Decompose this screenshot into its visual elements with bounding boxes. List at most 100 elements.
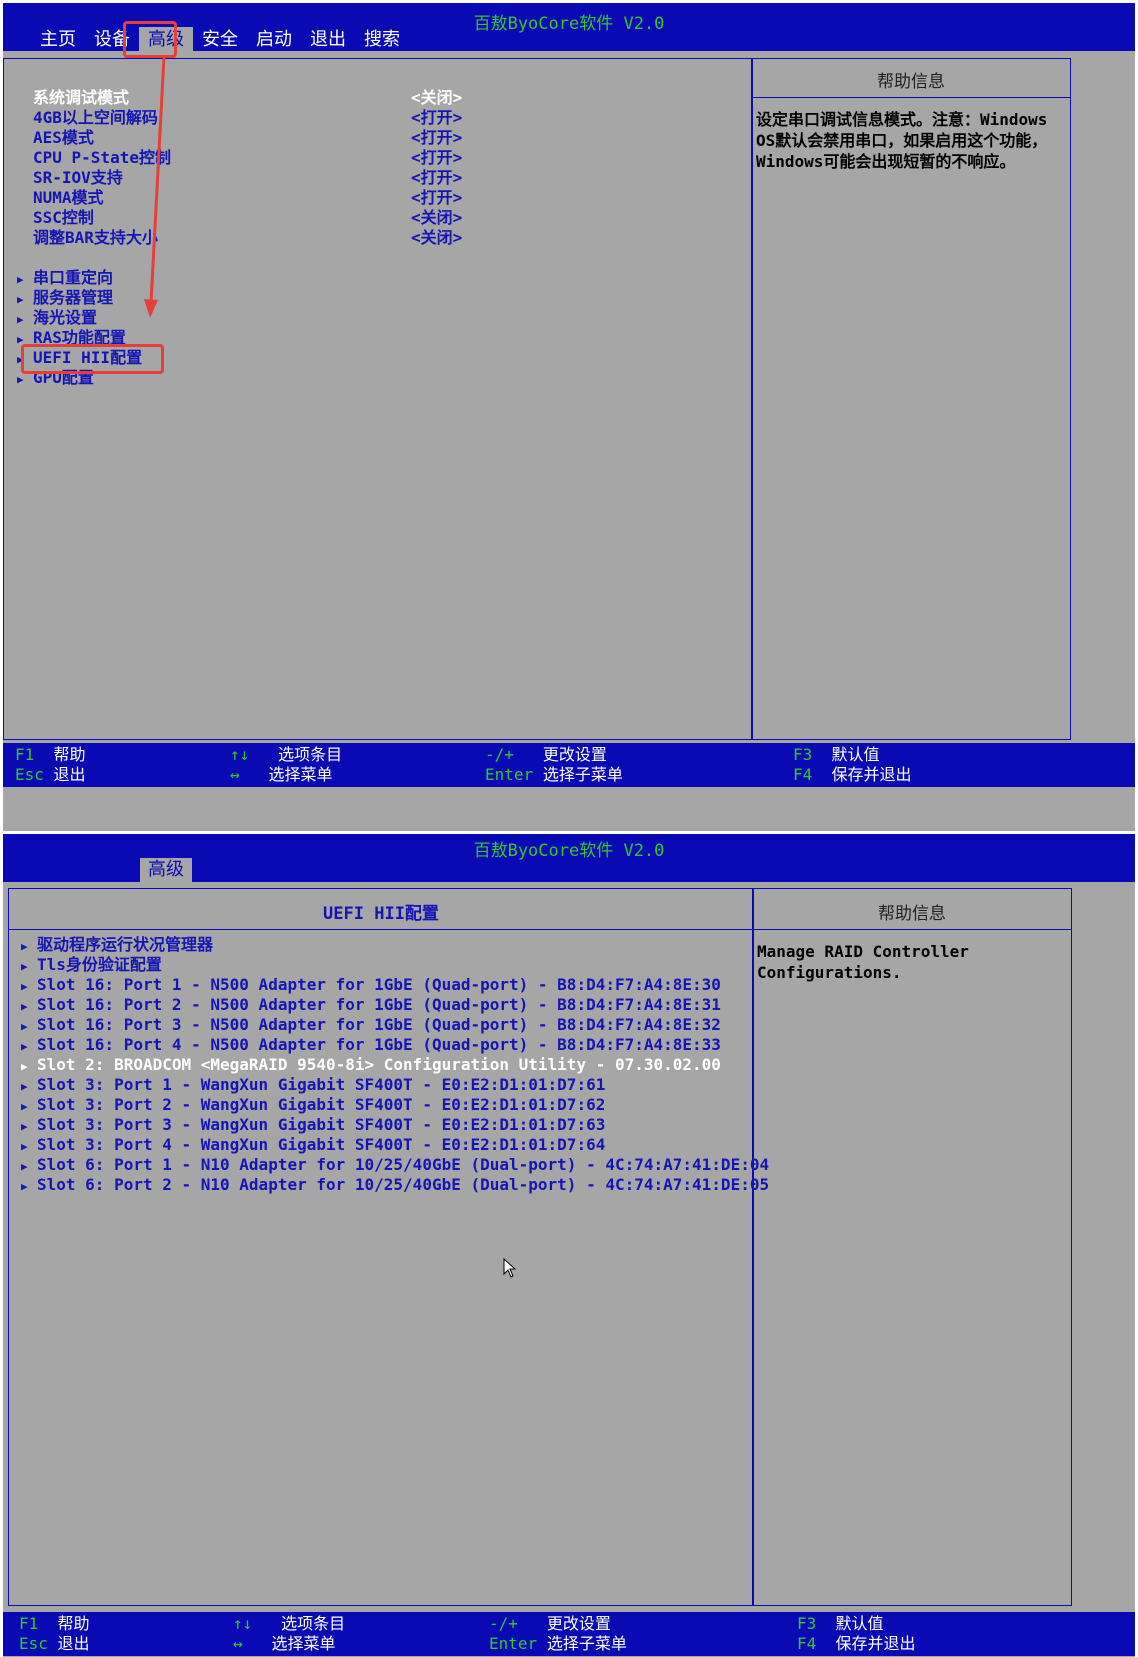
key-desc: 保存并退出 xyxy=(831,765,912,784)
bios-screen-uefi-hii: 百敖ByoCore软件 V2.0 高级 UEFI HII配置 帮助信息 Mana… xyxy=(3,834,1135,1657)
key-desc: 更改设置 xyxy=(542,745,607,764)
footer-save-exit: F4 保存并退出 xyxy=(797,1634,916,1654)
menu-exit[interactable]: 退出 xyxy=(301,27,355,53)
setting-row[interactable]: NUMA模式 <打开> xyxy=(33,187,503,208)
menu-search[interactable]: 搜索 xyxy=(355,27,409,53)
mouse-pointer-icon xyxy=(503,1258,517,1278)
help-divider xyxy=(752,97,1070,98)
footer-select-submenu: Enter 选择子菜单 xyxy=(489,1634,627,1654)
key-desc: 选择子菜单 xyxy=(546,1634,627,1653)
footer-exit: Esc 退出 xyxy=(19,1634,90,1654)
menu-home[interactable]: 主页 xyxy=(31,27,85,53)
key-desc: 保存并退出 xyxy=(835,1634,916,1653)
setting-row[interactable]: 调整BAR支持大小 <关闭> xyxy=(33,227,503,248)
triangle-right-icon: ▶ xyxy=(21,1180,28,1193)
setting-row[interactable]: 4GB以上空间解码 <打开> xyxy=(33,107,503,128)
setting-row[interactable]: AES模式 <打开> xyxy=(33,127,503,148)
footer-defaults: F3 默认值 xyxy=(797,1614,884,1634)
panel-divider xyxy=(9,929,753,930)
setting-value[interactable]: <打开> xyxy=(411,167,462,188)
setting-value[interactable]: <关闭> xyxy=(411,207,462,228)
key-desc: 默认值 xyxy=(831,745,880,764)
setting-label: NUMA模式 xyxy=(33,188,104,207)
annotation-highlight-uefi-hii xyxy=(21,344,164,374)
key-label: Esc xyxy=(15,765,44,784)
key-desc: 选项条目 xyxy=(278,745,343,764)
help-panel: 帮助信息 Manage RAID Controller Configuratio… xyxy=(752,888,1072,1606)
key-desc: 选择子菜单 xyxy=(542,765,623,784)
footer-help: F1 帮助 xyxy=(19,1614,90,1634)
item-label: Slot 16: Port 3 - N500 Adapter for 1GbE … xyxy=(37,1015,721,1034)
footer-save-exit: F4 保存并退出 xyxy=(793,765,912,785)
menu-security[interactable]: 安全 xyxy=(193,27,247,53)
key-desc: 更改设置 xyxy=(546,1614,611,1633)
key-label: ↔ xyxy=(233,1634,243,1653)
key-label: ↑↓ xyxy=(230,745,250,764)
item-label: Slot 3: Port 3 - WangXun Gigabit SF400T … xyxy=(37,1115,606,1134)
key-label: -/+ xyxy=(485,745,514,764)
annotation-arrow-icon xyxy=(144,56,166,318)
key-desc: 选项条目 xyxy=(281,1614,346,1633)
setting-label: AES模式 xyxy=(33,128,94,147)
help-text: Manage RAID Controller Configurations. xyxy=(757,942,969,982)
help-panel: 帮助信息 设定串口调试信息模式。注意：Windows OS默认会禁用串口，如果启… xyxy=(751,58,1071,740)
tab-advanced[interactable]: 高级 xyxy=(140,858,192,882)
footer-defaults: F3 默认值 xyxy=(793,745,880,765)
submenu-label: 串口重定向 xyxy=(33,268,114,287)
item-label: Slot 6: Port 2 - N10 Adapter for 10/25/4… xyxy=(37,1175,770,1194)
setting-row[interactable]: SR-IOV支持 <打开> xyxy=(33,167,503,188)
setting-value[interactable]: <打开> xyxy=(411,127,462,148)
key-label: ↔ xyxy=(230,765,240,784)
top-bar: 百敖ByoCore软件 V2.0 高级 xyxy=(3,834,1135,882)
help-divider xyxy=(753,929,1071,930)
key-desc: 退出 xyxy=(53,765,86,784)
key-desc: 退出 xyxy=(57,1634,90,1653)
key-label: Enter xyxy=(485,765,534,784)
footer-change-setting: -/+ 更改设置 xyxy=(485,745,607,765)
help-text: 设定串口调试信息模式。注意：Windows OS默认会禁用串口，如果启用这个功能… xyxy=(756,110,1048,171)
footer-bar: F1 帮助 Esc 退出 ↑↓ 选项条目 ↔ 选择菜单 -/+ 更改设置 Ent… xyxy=(3,1612,1135,1656)
item-label: Slot 3: Port 1 - WangXun Gigabit SF400T … xyxy=(37,1075,606,1094)
key-desc: 帮助 xyxy=(53,745,86,764)
key-label: F3 xyxy=(797,1614,817,1633)
footer-bar: F1 帮助 Esc 退出 ↑↓ 选项条目 ↔ 选择菜单 -/+ 更改设置 Ent… xyxy=(3,743,1135,787)
setting-value[interactable]: <打开> xyxy=(411,107,462,128)
key-label: F3 xyxy=(793,745,813,764)
key-label: Enter xyxy=(489,1634,538,1653)
item-label: Slot 6: Port 1 - N10 Adapter for 10/25/4… xyxy=(37,1155,770,1174)
item-label: Slot 16: Port 4 - N500 Adapter for 1GbE … xyxy=(37,1035,721,1054)
setting-value[interactable]: <关闭> xyxy=(411,227,462,248)
footer-select-menu: ↔ 选择菜单 xyxy=(233,1634,336,1654)
key-desc: 帮助 xyxy=(57,1614,90,1633)
setting-row[interactable]: 系统调试模式 <关闭> xyxy=(33,87,503,108)
bios-screen-advanced: 百敖ByoCore软件 V2.0 主页 设备 高级 安全 启动 退出 搜索 帮助… xyxy=(3,3,1135,831)
setting-row[interactable]: SSC控制 <关闭> xyxy=(33,207,503,228)
setting-value[interactable]: <打开> xyxy=(411,147,462,168)
list-item[interactable]: ▶ Slot 6: Port 2 - N10 Adapter for 10/25/… xyxy=(21,1174,769,1197)
footer-select-submenu: Enter 选择子菜单 xyxy=(485,765,623,785)
setting-value[interactable]: <关闭> xyxy=(411,87,462,108)
panel-title: UEFI HII配置 xyxy=(323,904,439,924)
help-title: 帮助信息 xyxy=(877,72,945,92)
key-label: ↑↓ xyxy=(233,1614,253,1633)
main-menu: 主页 设备 高级 安全 启动 退出 搜索 xyxy=(31,27,409,53)
help-title: 帮助信息 xyxy=(878,904,946,924)
footer-select-item: ↑↓ 选项条目 xyxy=(230,745,342,765)
setting-row[interactable]: CPU P-State控制 <打开> xyxy=(33,147,503,168)
key-label: -/+ xyxy=(489,1614,518,1633)
setting-label: SR-IOV支持 xyxy=(33,168,123,187)
key-label: F4 xyxy=(797,1634,817,1653)
submenu-label: 海光设置 xyxy=(33,308,98,327)
key-desc: 选择菜单 xyxy=(268,765,333,784)
setting-label: 4GB以上空间解码 xyxy=(33,108,158,127)
setting-label: SSC控制 xyxy=(33,208,94,227)
submenu-label: 服务器管理 xyxy=(33,288,114,307)
setting-value[interactable]: <打开> xyxy=(411,187,462,208)
item-label: Tls身份验证配置 xyxy=(37,955,162,974)
item-label: Slot 3: Port 4 - WangXun Gigabit SF400T … xyxy=(37,1135,606,1154)
footer-exit: Esc 退出 xyxy=(15,765,86,785)
setting-label: 调整BAR支持大小 xyxy=(33,228,158,247)
setting-label: 系统调试模式 xyxy=(33,88,130,107)
menu-boot[interactable]: 启动 xyxy=(247,27,301,53)
key-label: F1 xyxy=(19,1614,39,1633)
